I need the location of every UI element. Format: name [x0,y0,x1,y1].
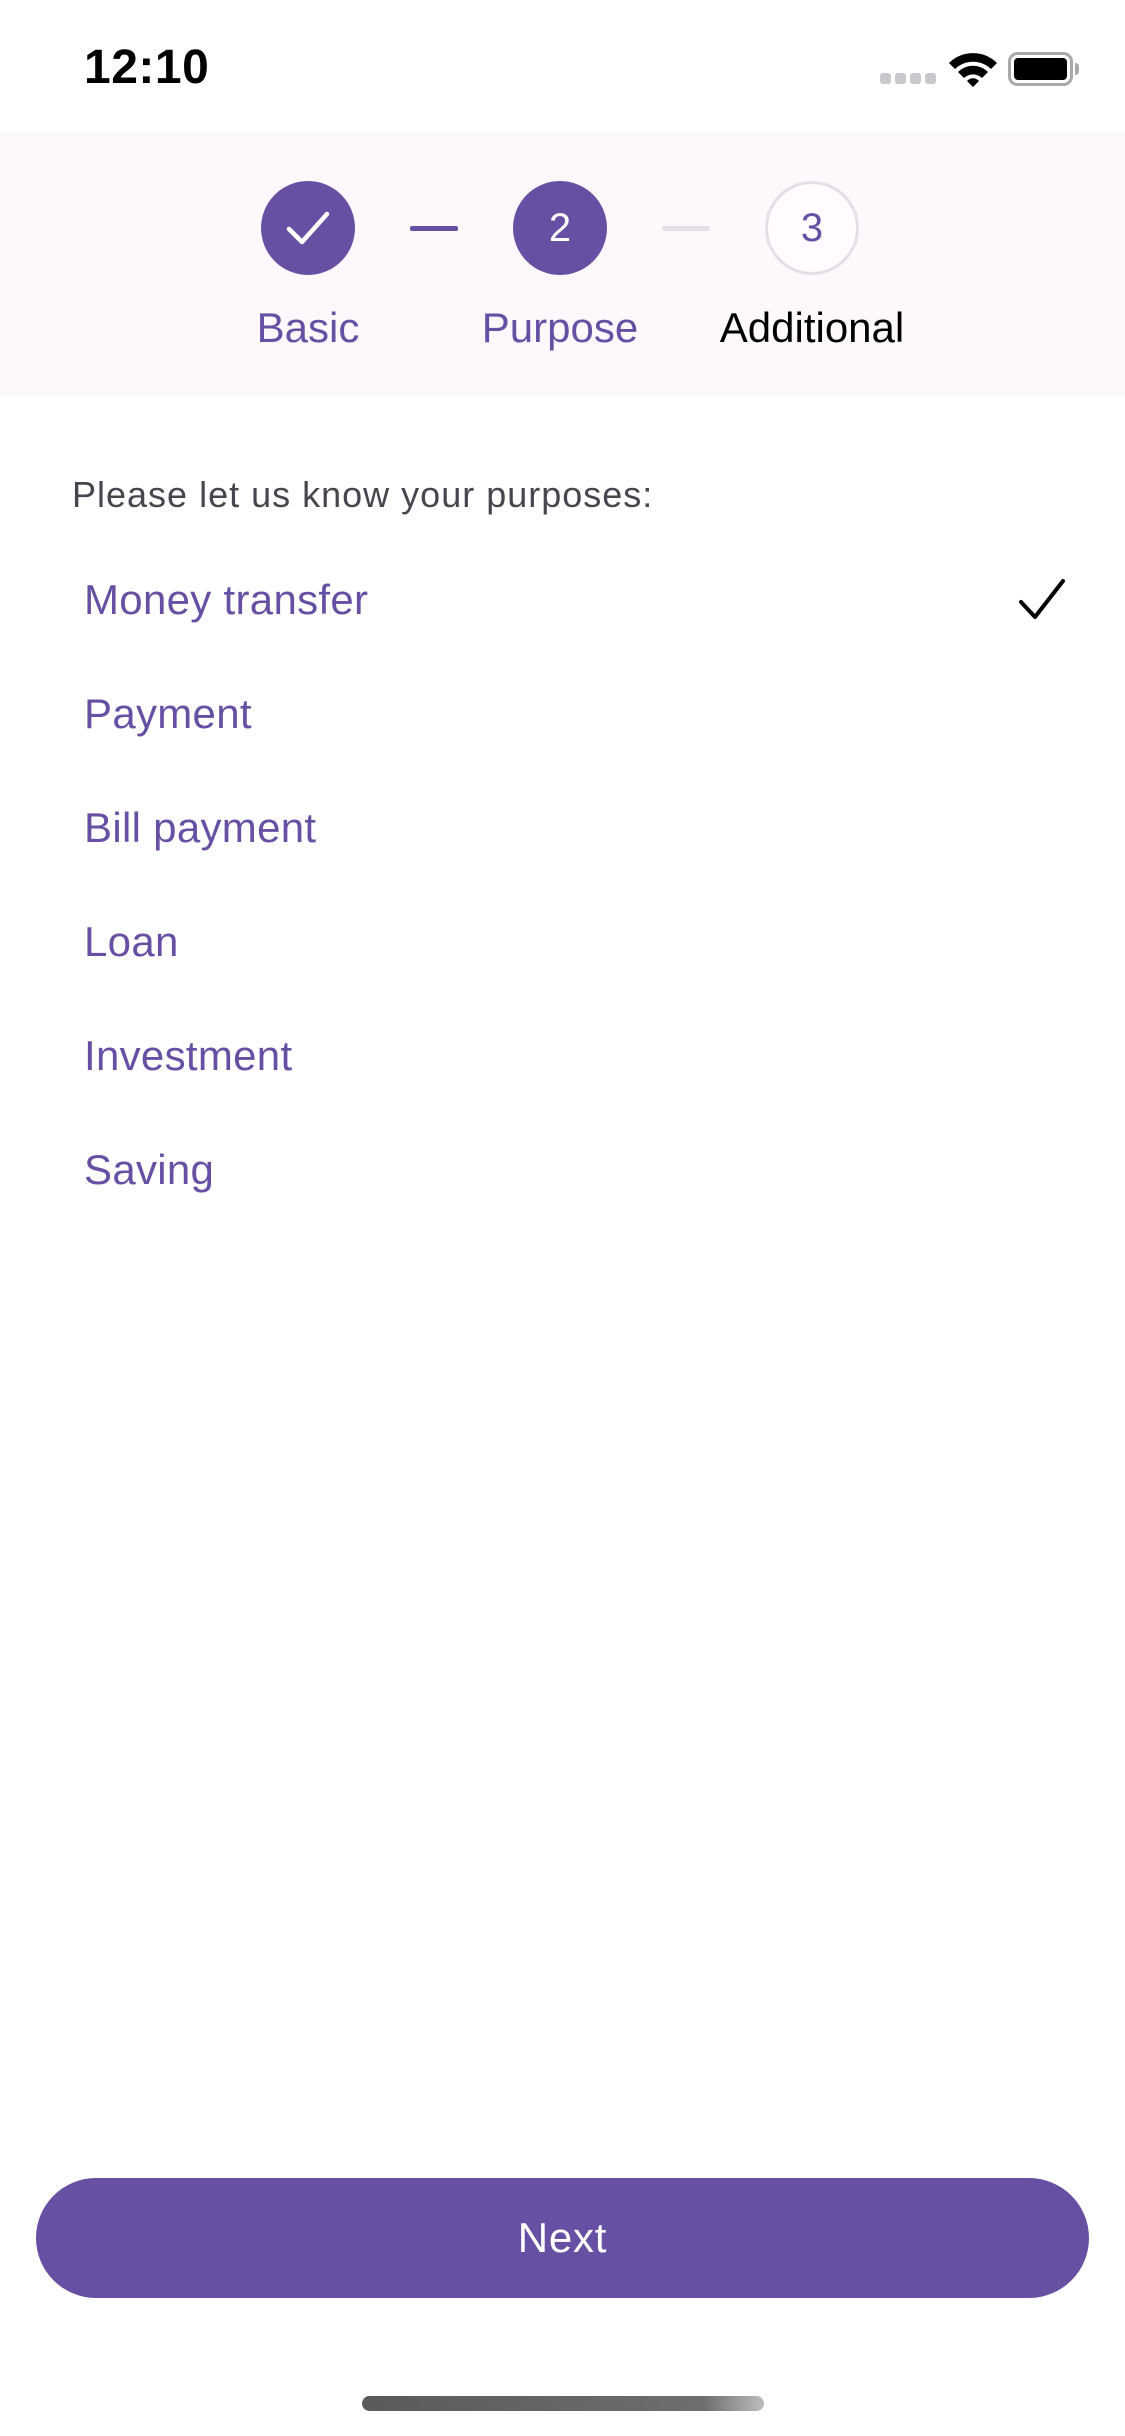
step-purpose-indicator: 2 [513,181,607,275]
status-time: 12:10 [84,41,210,94]
option-label: Saving [84,1146,215,1193]
signal-icon [880,73,936,87]
home-indicator[interactable] [362,2396,764,2411]
purpose-option-money-transfer[interactable]: Money transfer [48,543,1078,657]
purpose-option-investment[interactable]: Investment [48,999,1078,1113]
step-additional-label: Additional [719,304,905,351]
checkmark-icon [286,211,330,245]
purpose-option-loan[interactable]: Loan [48,885,1078,999]
purpose-option-list: Money transfer Payment Bill payment Loan… [48,543,1078,1227]
step-additional-number: 3 [800,205,824,250]
option-label: Loan [84,918,179,965]
purpose-prompt: Please let us know your purposes: [72,474,654,515]
wifi-icon [947,49,999,89]
step-purpose-label: Purpose [481,304,639,351]
option-label: Bill payment [84,804,317,851]
status-bar: 12:10 [0,0,1125,132]
step-purpose-number: 2 [548,205,572,250]
option-label: Money transfer [84,576,369,623]
step-basic-indicator [261,181,355,275]
checkmark-icon [1019,579,1065,619]
option-label: Investment [84,1032,293,1079]
step-additional-indicator: 3 [765,181,859,275]
step-basic-label: Basic [256,304,360,351]
purpose-option-payment[interactable]: Payment [48,657,1078,771]
battery-icon [1008,52,1080,86]
next-button[interactable]: Next [36,2178,1089,2298]
purpose-option-saving[interactable]: Saving [48,1113,1078,1227]
step-connector-completed [410,226,458,231]
step-connector-pending [662,226,710,231]
progress-stepper: Basic 2 Purpose 3 Additional [0,132,1125,396]
option-label: Payment [84,690,252,737]
purpose-option-bill-payment[interactable]: Bill payment [48,771,1078,885]
